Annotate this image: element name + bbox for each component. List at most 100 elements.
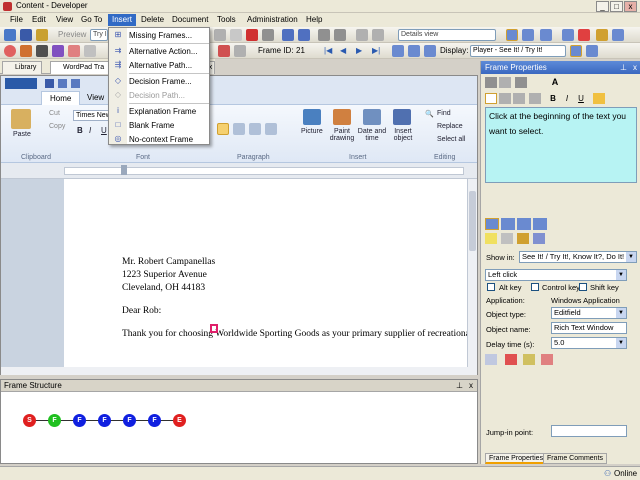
target-icon[interactable] <box>541 354 553 365</box>
tab-frame-comments[interactable]: Frame Comments <box>543 453 608 464</box>
layout-icon[interactable] <box>506 29 518 41</box>
text-bold-icon[interactable]: B <box>547 93 559 104</box>
text-align-center-icon[interactable] <box>499 93 511 104</box>
zoom-in-icon[interactable] <box>408 45 420 57</box>
frame-settings-icon[interactable] <box>20 45 32 57</box>
menu-administration[interactable]: Administration <box>243 14 302 26</box>
lock-icon[interactable] <box>596 29 608 41</box>
font-icon[interactable]: A <box>549 77 561 88</box>
document-page[interactable]: Mr. Robert Campanellas 1223 Superior Ave… <box>64 179 467 367</box>
align-icon[interactable] <box>84 45 96 57</box>
qa-redo-icon[interactable] <box>71 79 80 88</box>
undo-icon[interactable] <box>282 29 294 41</box>
single-view-icon[interactable] <box>586 45 598 57</box>
split-view-icon[interactable] <box>570 45 582 57</box>
vertical-scroll-thumb[interactable] <box>469 191 476 251</box>
outdent-icon[interactable] <box>356 29 368 41</box>
bold-frame-icon[interactable] <box>36 45 48 57</box>
cursor-icon[interactable] <box>523 354 535 365</box>
bubble-tab-icon[interactable] <box>501 218 515 230</box>
frame-node[interactable]: F <box>123 414 136 427</box>
paste-icon[interactable] <box>262 29 274 41</box>
frame-node-current[interactable]: F <box>48 414 61 427</box>
alt-key-checkbox[interactable] <box>487 283 495 291</box>
menu-goto[interactable]: Go To <box>77 14 106 26</box>
text-paste-icon[interactable] <box>515 77 527 88</box>
ruler[interactable] <box>1 163 477 179</box>
italic-button[interactable]: I <box>89 126 91 135</box>
show-in-field[interactable]: See It! / Try It!, Know It?, Do It! ▼ <box>519 251 637 263</box>
text-align-left-icon[interactable] <box>485 93 497 104</box>
paste-icon[interactable] <box>11 109 31 129</box>
first-frame-icon[interactable]: |◀ <box>324 45 336 57</box>
screenshot-icon[interactable] <box>218 45 230 57</box>
qa-undo-icon[interactable] <box>58 79 67 88</box>
align-center-icon[interactable] <box>233 123 245 135</box>
underline-button[interactable]: U <box>101 126 107 135</box>
menu-decision-frame[interactable]: Decision Frame... <box>129 75 192 88</box>
next-frame-icon[interactable]: ▶ <box>356 45 368 57</box>
close-panel-icon[interactable]: x <box>469 380 473 392</box>
menu-file[interactable]: File <box>6 14 27 26</box>
select-all-button[interactable]: Select all <box>437 136 465 143</box>
record-frame-icon[interactable] <box>4 45 16 57</box>
menu-help[interactable]: Help <box>302 14 326 26</box>
shift-key-checkbox[interactable] <box>579 283 587 291</box>
fit-icon[interactable] <box>424 45 436 57</box>
align-left-icon[interactable] <box>217 123 229 135</box>
indent-marker[interactable] <box>121 165 127 175</box>
cut-button[interactable]: Cut <box>49 110 60 117</box>
menu-missing-frames[interactable]: Missing Frames... <box>129 29 192 42</box>
highlight-icon[interactable] <box>593 93 605 104</box>
menu-document[interactable]: Document <box>168 14 212 26</box>
menu-edit[interactable]: Edit <box>28 14 50 26</box>
redo-icon[interactable] <box>298 29 310 41</box>
properties-tool-icon[interactable] <box>501 233 513 244</box>
copy-icon[interactable] <box>230 29 242 41</box>
menu-alternative-path[interactable]: Alternative Path... <box>129 59 192 72</box>
minimize-button[interactable]: _ <box>596 1 609 12</box>
text-justify-icon[interactable] <box>529 93 541 104</box>
jump-in-field[interactable] <box>551 425 627 437</box>
view-combo[interactable]: Details view <box>398 29 496 41</box>
paint-drawing-icon[interactable] <box>333 109 351 125</box>
delete-icon[interactable] <box>246 29 258 41</box>
menu-view[interactable]: View <box>52 14 77 26</box>
style-icon[interactable] <box>52 45 64 57</box>
highlight-area-icon[interactable] <box>505 354 517 365</box>
frame-node[interactable]: F <box>148 414 161 427</box>
frame-node-end[interactable]: E <box>173 414 186 427</box>
menu-tools[interactable]: Tools <box>213 14 240 26</box>
align-right-icon[interactable] <box>249 123 261 135</box>
chevron-down-icon[interactable]: ▼ <box>616 308 626 318</box>
text-copy-icon[interactable] <box>499 77 511 88</box>
save-icon[interactable] <box>20 29 32 41</box>
wordpad-menu-button[interactable] <box>5 78 37 89</box>
text-cut-icon[interactable] <box>485 77 497 88</box>
close-panel-icon[interactable]: x <box>633 61 637 74</box>
justify-icon[interactable] <box>265 123 277 135</box>
menu-alternative-action[interactable]: Alternative Action... <box>129 45 197 58</box>
display-combo[interactable]: Player - See It! / Try It! <box>470 45 566 57</box>
publish-icon[interactable] <box>36 29 48 41</box>
chevron-down-icon[interactable]: ▼ <box>626 252 636 262</box>
find-button[interactable]: Find <box>437 110 451 117</box>
qa-save-icon[interactable] <box>45 79 54 88</box>
horizontal-scrollbar[interactable] <box>1 367 477 375</box>
refresh-icon[interactable] <box>533 233 545 244</box>
frame-node[interactable]: F <box>73 414 86 427</box>
insert-object-icon[interactable] <box>393 109 411 125</box>
text-italic-icon[interactable]: I <box>561 93 573 104</box>
date-time-icon[interactable] <box>363 109 381 125</box>
copy-frame-icon[interactable] <box>234 45 246 57</box>
menu-explanation-frame[interactable]: Explanation Frame <box>129 105 196 118</box>
menu-blank-frame[interactable]: Blank Frame <box>129 119 174 132</box>
close-button[interactable]: x <box>624 1 637 12</box>
preview-button[interactable]: Preview <box>58 29 86 41</box>
outline-view-icon[interactable] <box>522 29 534 41</box>
check-tool-icon[interactable] <box>485 233 497 244</box>
object-type-select[interactable]: Editfield ▼ <box>551 307 627 319</box>
menu-delete[interactable]: Delete <box>137 14 168 26</box>
maximize-button[interactable]: □ <box>610 1 623 12</box>
tab-library[interactable]: Library <box>2 61 42 74</box>
